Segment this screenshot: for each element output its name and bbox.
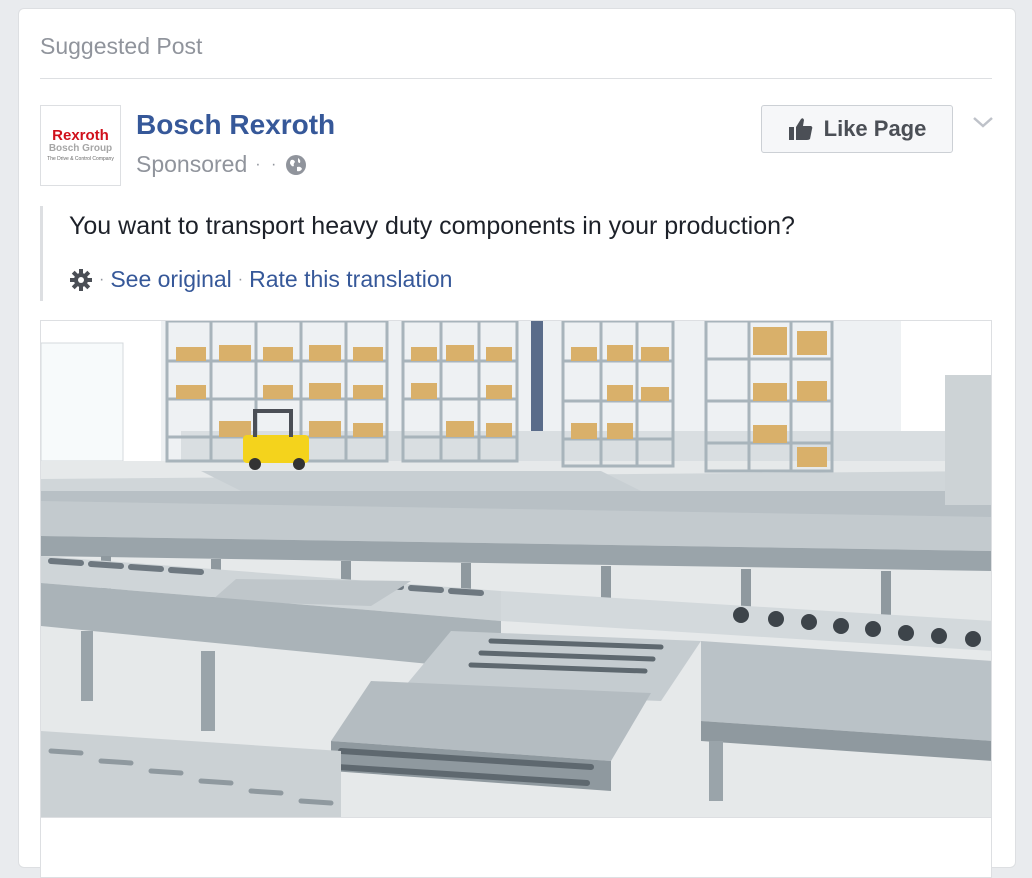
page-name-link[interactable]: Bosch Rexroth [136,109,335,141]
like-page-label: Like Page [823,116,927,141]
suggested-post-label: Suggested Post [40,33,203,59]
like-page-button[interactable]: Like Page [761,105,953,153]
translation-links: · See original · Rate this translation [69,266,452,293]
see-original-link[interactable]: See original [110,266,231,293]
suggested-post-card: Suggested Post Rexroth Bosch Group The D… [18,8,1016,878]
link-preview-area[interactable] [40,818,992,878]
logo-tagline: The Drive & Control Company [47,156,114,162]
logo-brand-text: Rexroth [52,127,109,144]
rate-translation-link[interactable]: Rate this translation [249,266,452,293]
post-image[interactable] [40,320,992,818]
conveyor-warehouse-illustration [41,321,991,817]
post-body-text: You want to transport heavy duty compone… [69,212,795,240]
globe-icon [286,154,307,175]
header-divider [40,78,992,79]
post-meta: Sponsored · · [136,151,307,178]
meta-separator: · · [255,155,280,173]
chevron-down-icon[interactable] [971,113,995,131]
sponsored-label[interactable]: Sponsored [136,151,247,178]
link-separator: · [237,270,244,288]
logo-group-text: Bosch Group [48,143,113,154]
gear-icon[interactable] [69,268,93,292]
link-separator: · [99,270,105,288]
translated-post-text: You want to transport heavy duty compone… [40,206,960,301]
page-avatar[interactable]: Rexroth Bosch Group The Drive & Control … [40,105,121,186]
thumbs-up-icon [788,118,812,140]
